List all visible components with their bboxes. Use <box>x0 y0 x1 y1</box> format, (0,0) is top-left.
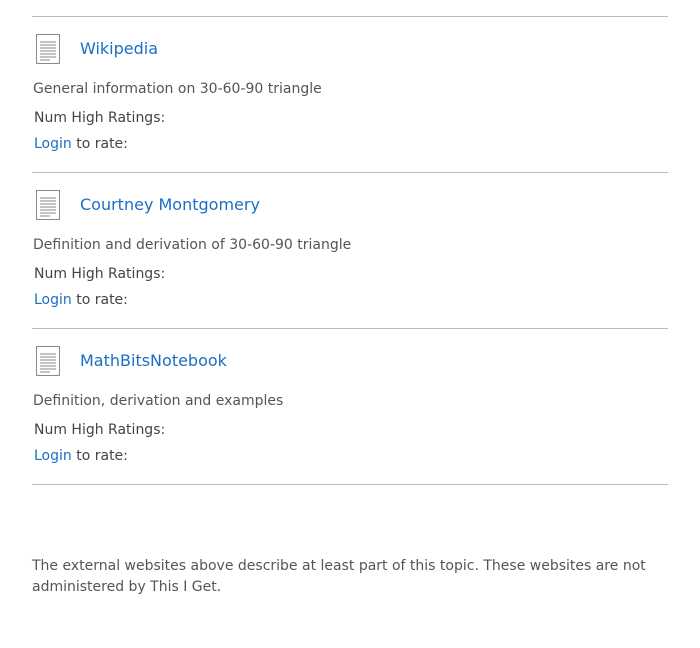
external-websites-list: Wikipedia General information on 30-60-9… <box>32 16 668 485</box>
rate-line: Login to rate: <box>34 134 128 154</box>
rate-line: Login to rate: <box>34 446 128 466</box>
num-high-ratings-label: Num High Ratings: <box>34 110 166 126</box>
rate-line: Login to rate: <box>34 290 128 310</box>
website-description: Definition, derivation and examples <box>33 393 284 409</box>
website-description: Definition and derivation of 30-60-90 tr… <box>33 237 352 253</box>
rate-suffix: to rate: <box>71 292 128 308</box>
rate-suffix: to rate: <box>71 448 128 464</box>
page: Wikipedia General information on 30-60-9… <box>0 0 700 648</box>
num-high-ratings-label: Num High Ratings: <box>34 266 166 282</box>
document-icon <box>36 34 60 64</box>
website-entry: Wikipedia General information on 30-60-9… <box>32 16 668 172</box>
website-title-link[interactable]: Courtney Montgomery <box>80 194 260 216</box>
login-link[interactable]: Login <box>34 448 72 464</box>
website-title-link[interactable]: MathBitsNotebook <box>80 350 227 372</box>
website-title-link[interactable]: Wikipedia <box>80 38 158 60</box>
num-high-ratings-label: Num High Ratings: <box>34 422 166 438</box>
document-icon <box>36 190 60 220</box>
document-icon <box>36 346 60 376</box>
login-link[interactable]: Login <box>34 136 72 152</box>
rate-suffix: to rate: <box>71 136 128 152</box>
login-link[interactable]: Login <box>34 292 72 308</box>
website-entry: Courtney Montgomery Definition and deriv… <box>32 172 668 328</box>
website-entry: MathBitsNotebook Definition, derivation … <box>32 328 668 485</box>
website-description: General information on 30-60-90 triangle <box>33 81 322 97</box>
external-websites-note: The external websites above describe at … <box>32 558 646 595</box>
